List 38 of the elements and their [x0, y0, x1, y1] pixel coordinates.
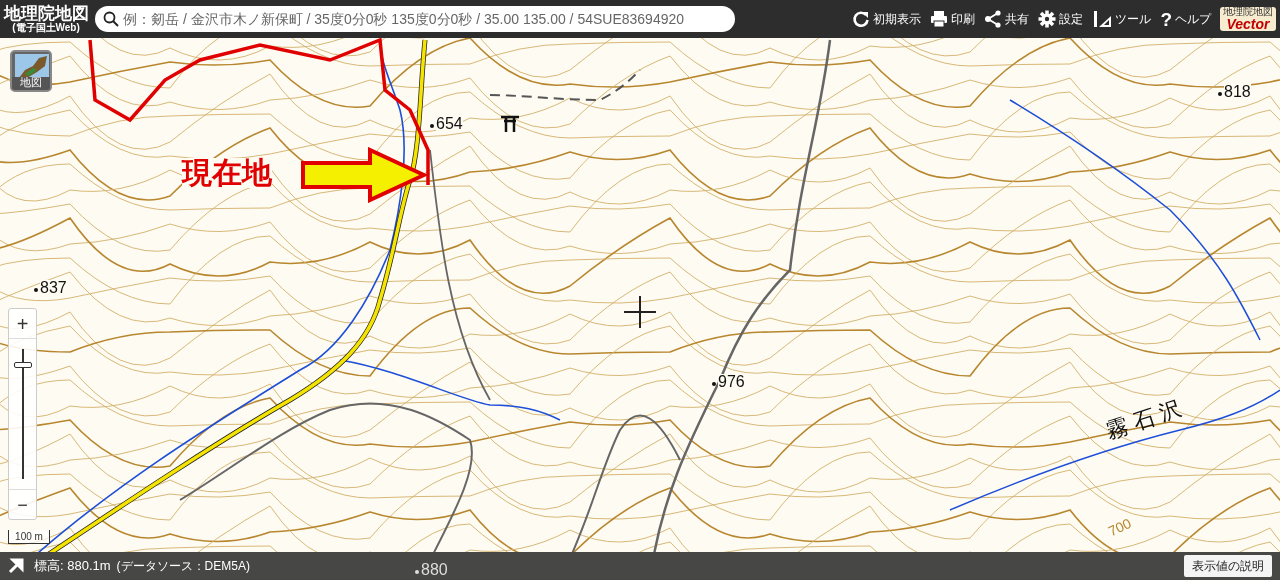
slider-thumb[interactable] [13, 361, 32, 368]
printer-icon [930, 10, 949, 28]
zoom-slider[interactable] [16, 349, 29, 479]
arrow-icon [300, 147, 428, 203]
spot-height-label: 880 [421, 562, 448, 578]
toolbar-button[interactable]: 設定 [1038, 10, 1084, 28]
settings-icon [1038, 10, 1057, 28]
toolbar-button[interactable]: 印刷 [930, 10, 976, 28]
stream-name-label: 霧石沢 [1103, 395, 1191, 443]
elevation-text: 標高: 880.1m [34, 557, 111, 576]
shrine-icon [500, 115, 520, 132]
logo-title[interactable]: 地理院地図 [3, 5, 89, 22]
arrow-icon [8, 558, 24, 574]
search-icon [103, 11, 119, 27]
refresh-icon [852, 10, 871, 28]
share-icon [984, 10, 1003, 28]
spot-height-label: 837 [40, 280, 67, 296]
zoom-out-button[interactable]: − [9, 489, 36, 519]
toolbar-button[interactable]: ?ヘルプ [1160, 9, 1211, 29]
spot-height-label: 654 [436, 116, 463, 132]
search-field[interactable]: 例：剱岳 / 金沢市木ノ新保町 / 35度0分0秒 135度0分0秒 / 35.00 135.00 / 54SUE83694920 [95, 6, 735, 32]
scale-bar: 100 m [8, 530, 50, 544]
data-source-text: (データソース：DEM5A) [116, 558, 250, 575]
contour-label: 700 [1106, 515, 1134, 539]
toolbar-button[interactable]: 共有 [984, 10, 1030, 28]
zoom-in-button[interactable]: + [9, 309, 36, 339]
ruler-pencil-icon [1092, 10, 1113, 28]
vector-badge[interactable]: 地理院地図 Vector [1220, 7, 1276, 31]
spot-height-label: 976 [718, 374, 745, 390]
crosshair-icon [624, 296, 656, 328]
current-location-label: 現在地 [182, 158, 272, 188]
toolbar-button[interactable]: 初期表示 [852, 10, 922, 28]
display-values-button[interactable]: 表示値の説明 [1184, 555, 1272, 577]
toolbar-button[interactable]: ツール [1092, 10, 1152, 28]
help-icon: ? [1160, 9, 1172, 29]
spot-height-label: 818 [1224, 84, 1251, 100]
logo-subtitle: (電子国土Web) [12, 23, 80, 33]
map-layer-button[interactable]: 地図 [10, 50, 52, 92]
